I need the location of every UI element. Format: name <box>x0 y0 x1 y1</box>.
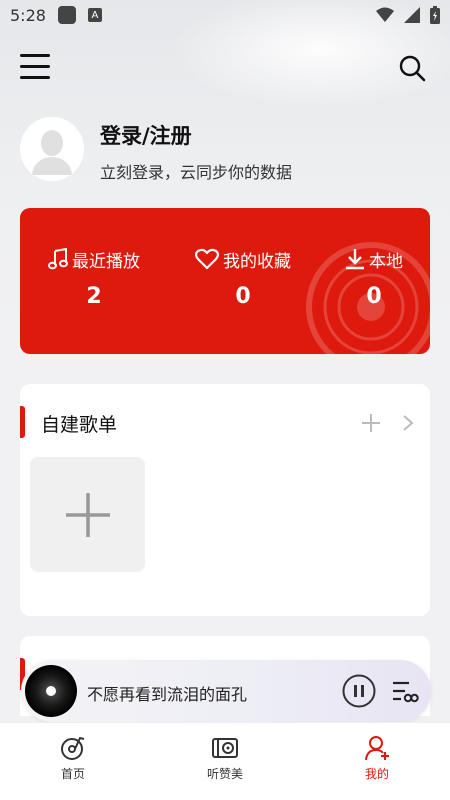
mini-player[interactable]: 不愿再看到流泪的面孔 <box>21 660 431 722</box>
stats-card: 最近播放 2 我的收藏 0 本地 0 <box>20 208 430 354</box>
add-playlist-icon[interactable] <box>362 414 380 432</box>
local-count: 0 <box>366 284 382 309</box>
tab-home[interactable]: 首页 <box>23 735 123 782</box>
custom-playlists-card: 自建歌单 <box>20 384 430 616</box>
now-playing-title[interactable]: 不愿再看到流泪的面孔 <box>87 681 247 705</box>
menu-icon <box>20 54 50 57</box>
local-stat[interactable]: 本地 0 <box>314 246 430 309</box>
recent-play-stat[interactable]: 最近播放 2 <box>34 246 154 309</box>
tab-praise-label: 听赞美 <box>206 767 243 781</box>
status-time: 5:28 <box>10 5 46 25</box>
notification-a-icon: A <box>87 8 102 22</box>
add-playlist-tile[interactable] <box>30 457 145 572</box>
chevron-right-icon[interactable] <box>402 414 414 432</box>
playlist-queue-icon[interactable] <box>391 679 419 705</box>
tab-home-label: 首页 <box>60 767 85 781</box>
login-register-title[interactable]: 登录/注册 <box>100 120 192 150</box>
login-subtitle: 立刻登录，云同步你的数据 <box>100 163 293 182</box>
download-icon <box>346 249 364 270</box>
default-avatar-icon <box>20 117 84 181</box>
recent-play-count: 2 <box>86 284 102 309</box>
tab-praise[interactable]: 听赞美 <box>175 735 275 782</box>
music-note-icon <box>48 248 68 270</box>
menu-button[interactable] <box>20 54 50 80</box>
bottom-tab-bar: 首页 听赞美 我的 <box>0 722 450 800</box>
tab-mine-label: 我的 <box>364 767 389 781</box>
wifi-icon <box>376 7 394 22</box>
favorites-label: 我的收藏 <box>223 251 291 272</box>
avatar[interactable] <box>20 117 84 181</box>
status-bar: 5:28 A <box>0 0 450 30</box>
signal-icon <box>404 7 420 23</box>
tab-mine[interactable]: 我的 <box>327 735 427 782</box>
radio-icon <box>212 738 238 758</box>
favorites-count: 0 <box>235 284 251 309</box>
search-icon[interactable] <box>398 54 426 82</box>
custom-playlists-title: 自建歌单 <box>41 414 118 436</box>
favorites-stat[interactable]: 我的收藏 0 <box>183 246 303 309</box>
recent-play-label: 最近播放 <box>72 251 140 272</box>
plus-icon <box>65 492 110 537</box>
heart-icon <box>195 248 219 270</box>
user-icon <box>365 736 389 761</box>
music-disc-icon <box>61 736 85 760</box>
notification-app-icon <box>57 6 76 24</box>
pause-icon[interactable] <box>342 674 376 708</box>
local-label: 本地 <box>369 251 403 272</box>
battery-icon <box>430 6 440 24</box>
album-art-disc[interactable] <box>25 665 77 717</box>
section-accent-bar <box>20 406 25 438</box>
